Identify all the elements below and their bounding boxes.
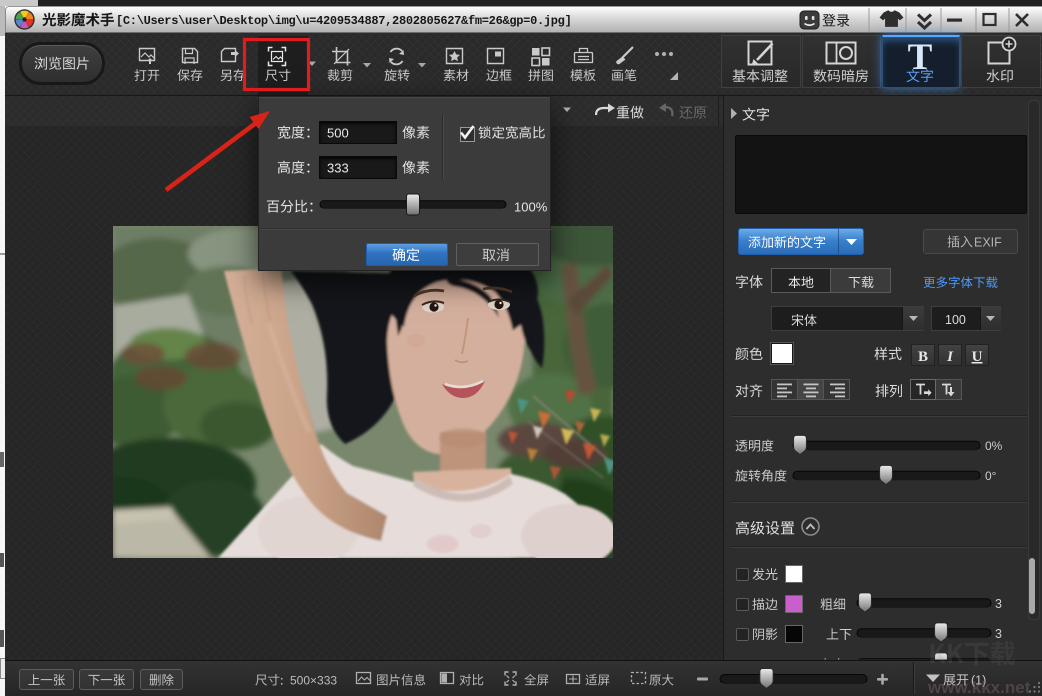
- svg-text:T: T: [908, 37, 933, 78]
- svg-text:333: 333: [327, 161, 349, 176]
- svg-text:100%: 100%: [514, 200, 548, 215]
- svg-text:U: U: [972, 349, 983, 365]
- svg-text:www.kkx.net: www.kkx.net: [927, 678, 1031, 696]
- svg-text:0%: 0%: [985, 439, 1003, 453]
- svg-text:3: 3: [995, 597, 1002, 611]
- svg-text:B: B: [918, 349, 928, 365]
- svg-text:I: I: [946, 349, 954, 365]
- svg-text:100: 100: [945, 313, 966, 327]
- svg-text:EXIF: EXIF: [974, 236, 1002, 250]
- svg-text:0°: 0°: [985, 469, 997, 483]
- svg-text:[C:\Users\user\Desktop\img\u=4: [C:\Users\user\Desktop\img\u=4209534887,…: [116, 14, 571, 28]
- svg-text:500: 500: [327, 126, 349, 141]
- svg-text:500×333: 500×333: [290, 674, 337, 688]
- svg-text:3: 3: [995, 627, 1002, 641]
